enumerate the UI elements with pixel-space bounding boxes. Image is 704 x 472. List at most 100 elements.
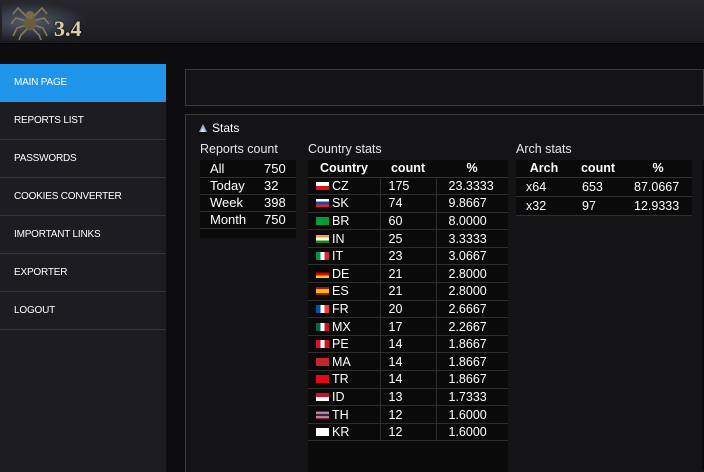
table-row: ID 13 1.7333 — [308, 388, 508, 407]
arch-cell: x32 — [516, 196, 572, 216]
table-row: Month 750 — [200, 211, 296, 229]
flag-icon — [316, 269, 329, 278]
percent-cell: 1.7333 — [435, 388, 508, 407]
logo-version: 3.4 — [54, 16, 82, 41]
country-code: MX — [332, 319, 351, 334]
count-cell: 21 — [379, 282, 436, 301]
app-logo[interactable]: 3.4 — [2, 2, 88, 42]
stats-icon — [199, 124, 207, 132]
stats-panel: Stats Reports count All 750 Today 32 Week 3… — [185, 114, 704, 472]
country-code: TR — [332, 372, 349, 387]
percent-cell: 12.9333 — [624, 196, 692, 216]
reports-count-table: All 750 Today 32 Week 398 Month 750 — [200, 160, 296, 238]
count-cell: 12 — [379, 405, 436, 424]
count-cell: 12 — [379, 423, 436, 442]
row-label: Today — [200, 177, 252, 195]
column-header-percent[interactable]: % — [436, 160, 508, 178]
country-code: ES — [332, 284, 349, 299]
count-cell: 14 — [379, 352, 436, 372]
sidebar-item-cookies-converter[interactable]: COOKIES CONVERTER — [0, 178, 166, 216]
sidebar-item-passwords[interactable]: PASSWORDS — [0, 140, 166, 178]
country-code: IT — [332, 249, 344, 264]
country-code: SK — [332, 196, 349, 211]
percent-cell: 1.6000 — [435, 405, 508, 424]
column-header-percent[interactable]: % — [624, 160, 692, 178]
arch-cell: x64 — [516, 177, 572, 197]
flag-icon — [316, 199, 329, 208]
sidebar-item-important-links[interactable]: IMPORTANT LINKS — [0, 216, 166, 254]
count-cell: 13 — [379, 388, 436, 407]
percent-cell: 1.8667 — [435, 352, 508, 372]
count-cell: 97 — [572, 196, 624, 216]
count-cell: 17 — [379, 317, 436, 336]
sidebar-item-main-page[interactable]: MAIN PAGE — [0, 64, 166, 102]
country-cell: TH — [308, 405, 380, 424]
flag-icon — [316, 181, 329, 190]
row-label: All — [200, 160, 252, 178]
country-code: MA — [332, 354, 351, 369]
sidebar-item-reports-list[interactable]: REPORTS LIST — [0, 102, 166, 140]
table-header-row: Country count % — [308, 160, 508, 178]
percent-cell: 1.8667 — [435, 370, 508, 389]
spider-icon — [10, 6, 50, 40]
country-cell: ID — [308, 388, 380, 407]
row-value: 32 — [252, 177, 296, 195]
count-cell: 60 — [379, 212, 436, 231]
country-code: CZ — [332, 178, 349, 193]
country-code: IN — [332, 231, 345, 246]
row-label: Week — [200, 194, 252, 212]
percent-cell: 1.6000 — [435, 423, 508, 442]
percent-cell: 9.8667 — [435, 194, 508, 213]
table-row: x64 653 87.0667 — [516, 177, 692, 197]
country-cell: FR — [308, 300, 380, 319]
stats-heading: Stats — [198, 121, 239, 135]
sidebar-item-logout[interactable]: LOGOUT — [0, 292, 166, 330]
country-code: TH — [332, 407, 349, 422]
table-row: BR 60 8.0000 — [308, 212, 508, 231]
table-row: All 750 — [200, 160, 296, 178]
count-cell: 20 — [379, 300, 436, 319]
table-row: KR 12 1.6000 — [308, 423, 508, 442]
table-row: IT 23 3.0667 — [308, 247, 508, 266]
count-cell: 14 — [379, 370, 436, 389]
percent-cell: 3.0667 — [435, 247, 508, 266]
count-cell: 175 — [379, 177, 436, 196]
table-row: SK 74 9.8667 — [308, 194, 508, 213]
arch-stats-title: Arch stats — [516, 142, 572, 156]
flag-icon — [316, 234, 329, 243]
percent-cell: 2.8000 — [435, 264, 508, 284]
country-cell: SK — [308, 194, 380, 213]
country-cell: DE — [308, 264, 380, 284]
percent-cell: 2.2667 — [435, 317, 508, 336]
sidebar-item-exporter[interactable]: EXPORTER — [0, 254, 166, 292]
country-cell: MA — [308, 352, 380, 372]
country-cell: CZ — [308, 177, 380, 196]
table-header-row: Arch count % — [516, 160, 692, 178]
percent-cell: 87.0667 — [624, 177, 692, 197]
country-cell: IT — [308, 247, 380, 266]
table-row: Week 398 — [200, 194, 296, 212]
count-cell: 23 — [379, 247, 436, 266]
flag-icon — [316, 357, 329, 366]
row-value: 398 — [252, 194, 296, 212]
country-cell: MX — [308, 317, 380, 336]
count-cell: 74 — [379, 194, 436, 213]
stats-title-text: Stats — [212, 121, 240, 135]
column-header-country[interactable]: Country — [308, 160, 380, 178]
column-header-count[interactable]: count — [572, 160, 624, 178]
country-cell: KR — [308, 423, 380, 442]
country-code: PE — [332, 337, 349, 352]
country-code: BR — [332, 213, 350, 228]
column-header-arch[interactable]: Arch — [516, 160, 572, 178]
table-row: IN 25 3.3333 — [308, 229, 508, 248]
top-panel — [185, 69, 704, 106]
header-bar: 3.4 — [0, 0, 704, 44]
country-cell: IN — [308, 229, 380, 248]
percent-cell: 23.3333 — [435, 177, 508, 196]
column-header-count[interactable]: count — [380, 160, 436, 178]
percent-cell: 2.8000 — [435, 282, 508, 301]
reports-count-title: Reports count — [200, 142, 278, 156]
country-cell: ES — [308, 282, 380, 301]
row-value: 750 — [252, 211, 296, 229]
percent-cell: 8.0000 — [435, 212, 508, 231]
